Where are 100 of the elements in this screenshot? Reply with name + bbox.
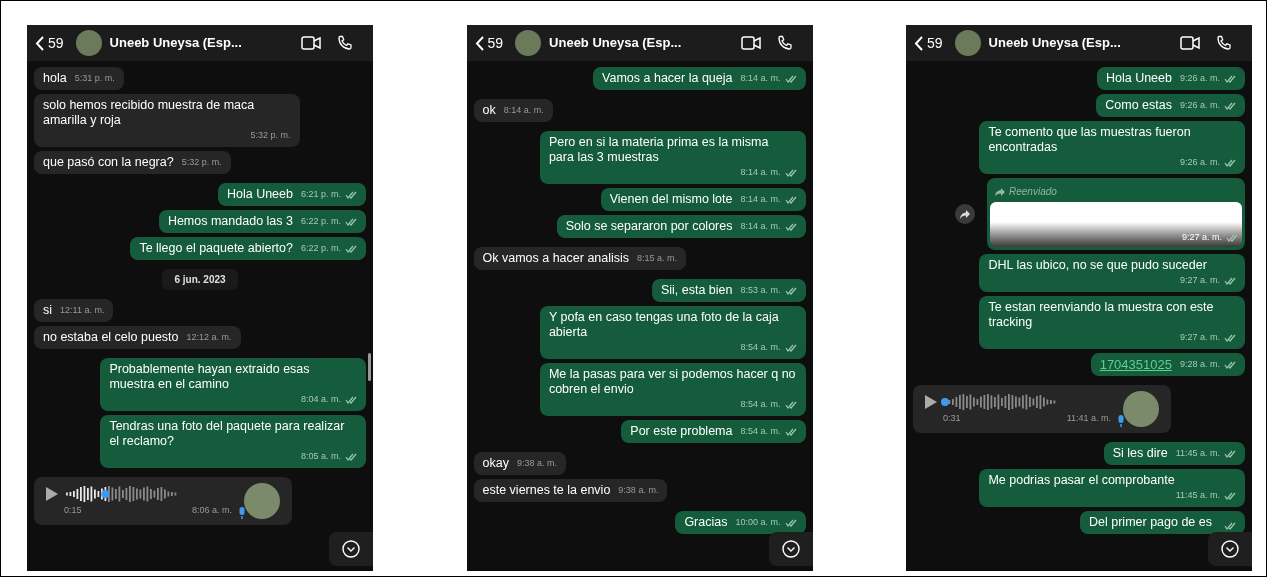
message-text: Hola Uneeb [1105, 71, 1172, 86]
message-time: 5:32 p. m. [181, 156, 222, 169]
message-text: Hemos mandado las 3 [167, 214, 293, 229]
message-text: Vienen del mismo lote [609, 192, 733, 207]
message-text: Te comento que las muestras fueron encontradas [988, 125, 1192, 155]
message-time: 9:27 a. m. [1179, 274, 1220, 287]
forwarded-label: Reenviado [1009, 185, 1057, 199]
message-text: Del primer pago de es [1089, 515, 1212, 530]
message-time: 9:26 a. m. [1179, 99, 1220, 112]
message-time: 8:06 a. m. [191, 503, 232, 517]
message-time: 8:53 a. m. [740, 284, 781, 297]
message-text: okay [482, 456, 509, 471]
avatar[interactable] [954, 30, 981, 56]
message-text: que pasó con la negra? [43, 155, 174, 170]
message-time: 8:14 a. m. [740, 220, 781, 233]
share-arrow-icon [960, 209, 970, 219]
message-time: 9:27 a. m. [1179, 331, 1220, 344]
message-text: si [43, 303, 53, 318]
message-text: no estaba el celo puesto [43, 330, 179, 345]
forward-button[interactable] [955, 204, 975, 224]
message-time: 9:27 a. m. [1181, 231, 1222, 244]
message-time: 8:15 a. m. [637, 252, 678, 265]
message-time: 5:31 p. m. [74, 72, 115, 85]
message-time: 9:28 a. m. [1179, 358, 1220, 371]
message-text: ok [482, 103, 496, 118]
video-call-icon[interactable] [1180, 36, 1200, 50]
back-button[interactable]: 59 [35, 32, 64, 54]
message-time: 6:21 p. m. [300, 188, 341, 201]
message-text: Probablemente hayan extraido esas muestra en el camino [109, 362, 311, 392]
contact-name[interactable]: Uneeb Uneysa (Esp... [988, 33, 1121, 53]
contact-name[interactable]: Uneeb Uneysa (Esp... [549, 33, 682, 53]
message-time: 11:45 a. m. [1175, 489, 1220, 502]
avatar [244, 483, 280, 519]
chevron-down-icon [781, 540, 800, 558]
avatar[interactable] [515, 30, 542, 56]
back-button[interactable]: 59 [914, 32, 943, 54]
message-time: 8:54 a. m. [740, 398, 781, 411]
message-time: 12:11 a. m. [60, 304, 105, 317]
playback-thumb[interactable] [101, 489, 110, 498]
phone-icon[interactable] [337, 35, 353, 51]
video-call-icon[interactable] [301, 36, 321, 50]
message-text: Por este problema [630, 424, 733, 439]
message-time: 9:26 a. m. [1179, 156, 1220, 169]
message-time: 11:45 a. m. [1175, 447, 1220, 460]
forward-arrow-icon [995, 187, 1005, 196]
microphone-icon [238, 507, 246, 519]
back-button[interactable]: 59 [474, 32, 504, 54]
message-text: Pero en si la materia prima es la misma para las 3 muestras [548, 135, 770, 165]
voice-duration: 0:31 [943, 411, 961, 425]
chevron-down-icon [342, 540, 360, 558]
contact-name[interactable]: Uneeb Uneysa (Esp... [109, 33, 242, 53]
chevron-left-icon [914, 35, 923, 51]
play-icon[interactable] [925, 394, 937, 409]
message-time: 8:54 a. m. [740, 425, 781, 438]
tracking-link[interactable]: 1704351025 [1099, 357, 1172, 372]
message-time: 8:04 a. m. [300, 393, 341, 406]
scroll-down-button[interactable] [1208, 532, 1252, 566]
message-time: 6:22 p. m. [300, 215, 341, 228]
message-text: solo hemos recibido muestra de maca amarilla y roja [43, 98, 256, 128]
message-time: 10:00 a. m. [735, 516, 781, 529]
message-text: Te llego el paquete abierto? [139, 241, 293, 256]
message-time: 9:38 a. m. [618, 484, 659, 497]
message-text: DHL las ubico, no se que pudo suceder [988, 258, 1208, 273]
message-text: Ok vamos a hacer analisis [482, 251, 630, 266]
voice-duration: 0:15 [64, 503, 82, 517]
message-text: Gracias [684, 515, 728, 530]
message-time: 8:05 a. m. [300, 450, 341, 463]
chevron-left-icon [474, 35, 484, 51]
play-icon[interactable] [46, 486, 58, 501]
phone-icon[interactable] [776, 35, 793, 51]
video-call-icon[interactable] [740, 36, 761, 50]
avatar [1123, 391, 1159, 427]
message-text: Solo se separaron por colores [565, 219, 733, 234]
message-text: Como estas [1105, 98, 1172, 113]
message-time: 11:41 a. m. [1066, 411, 1111, 425]
message-time: 9:38 a. m. [516, 457, 557, 470]
scrollbar-indicator[interactable] [368, 353, 371, 381]
message-time: 9:26 a. m. [1179, 72, 1220, 85]
message-text: Si les dire [1112, 446, 1168, 461]
message-text: este viernes te la envio [482, 483, 611, 498]
message-text: Me podrias pasar el comprobante [988, 473, 1176, 488]
date-divider: 6 jun. 2023 [162, 269, 238, 290]
playback-thumb[interactable] [941, 397, 949, 406]
message-time: 8:14 a. m. [740, 193, 781, 206]
message-text: Tendras una foto del paquete para realizar el reclamo? [109, 419, 346, 449]
message-time: 8:14 a. m. [740, 72, 781, 85]
message-time: 5:32 p. m. [250, 129, 291, 142]
chevron-down-icon [1221, 540, 1239, 558]
message-text: Y pofa en caso tengas una foto de la caja abierta [548, 310, 780, 340]
message-text: Vamos a hacer la queja [602, 71, 733, 86]
avatar[interactable] [75, 30, 102, 56]
scroll-down-button[interactable] [329, 532, 373, 566]
phone-icon[interactable] [1216, 35, 1232, 51]
message-text: Hola Uneeb [226, 187, 293, 202]
scroll-down-button[interactable] [768, 532, 813, 566]
message-text: hola [43, 71, 67, 86]
message-text: Te estan reenviando la muestra con este tracking [988, 300, 1215, 330]
chevron-left-icon [35, 35, 44, 51]
message-time: 8:14 a. m. [503, 104, 544, 117]
message-time: 8:14 a. m. [740, 166, 781, 179]
